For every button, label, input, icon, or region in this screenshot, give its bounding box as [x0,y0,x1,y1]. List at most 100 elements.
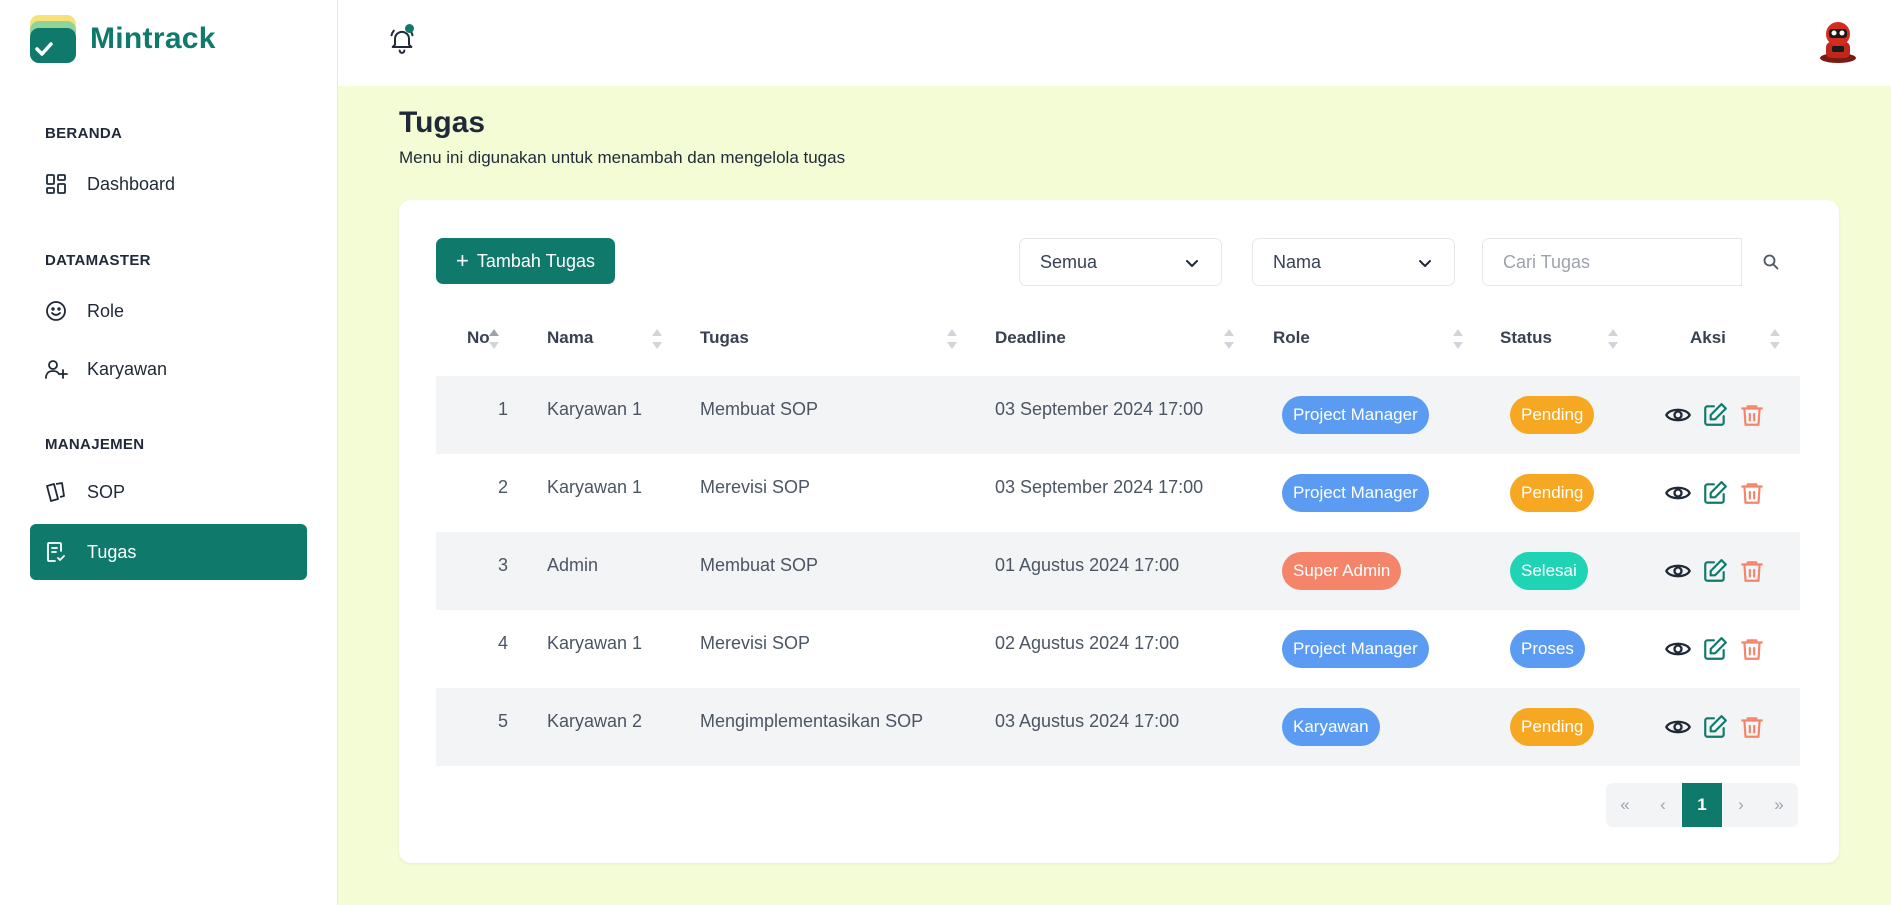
eye-icon [1665,564,1691,578]
status-filter-select[interactable]: Semua [1019,238,1222,286]
sidebar-item-label: Dashboard [87,173,176,194]
sort-icon[interactable] [1224,329,1234,349]
last-page-button[interactable]: » [1760,783,1798,827]
app-logo[interactable]: Mintrack [30,15,216,63]
table-row: 4 Karyawan 1 Merevisi SOP 02 Agustus 2024 1… [436,610,1800,688]
add-task-button[interactable]: + Tambah Tugas [436,238,615,284]
status-badge: Pending [1510,474,1595,512]
view-button[interactable] [1664,557,1692,585]
chevron-down-icon [1186,260,1198,267]
user-avatar-icon [1820,22,1856,63]
chevron-down-icon [1419,260,1431,267]
row-actions [1664,401,1775,429]
add-task-label: Tambah Tugas [476,250,595,271]
view-button[interactable] [1664,713,1692,741]
pagination: « ‹ 1 › » [1606,783,1798,827]
sidebar-item-dashboard[interactable]: Dashboard [30,156,307,212]
sidebar-item-role[interactable]: Role [30,283,307,339]
unread-dot [405,24,414,33]
eye-icon [1665,486,1691,500]
search-icon [1763,254,1779,270]
delete-button[interactable] [1738,557,1766,585]
delete-button[interactable] [1738,401,1766,429]
cell-tugas: Merevisi SOP [700,477,811,497]
edit-icon [1704,715,1727,738]
edit-button[interactable] [1701,479,1729,507]
search-field-value: Nama [1273,251,1322,272]
trash-icon [1741,717,1763,738]
edit-button[interactable] [1701,557,1729,585]
task-table-card: + Tambah Tugas Semua Nama No Nama Tugas … [399,200,1839,863]
page-subtitle: Menu ini digunakan untuk menambah dan me… [399,148,846,167]
status-badge: Pending [1510,708,1595,746]
mintrack-logo-icon [30,15,76,63]
edit-button[interactable] [1701,635,1729,663]
column-header-no[interactable]: No [467,310,490,366]
edit-button[interactable] [1701,401,1729,429]
role-badge: Project Manager [1282,396,1429,434]
task-list-icon [44,540,68,564]
page-title: Tugas [399,106,486,139]
edit-button[interactable] [1701,713,1729,741]
table-row: 3 Admin Membuat SOP 01 Agustus 2024 17:00 Su… [436,532,1800,610]
column-header-tugas[interactable]: Tugas [700,310,749,366]
cell-tugas: Membuat SOP [700,399,819,419]
sort-icon[interactable] [947,329,957,349]
view-button[interactable] [1664,479,1692,507]
next-page-button[interactable]: › [1722,783,1760,827]
cell-no: 2 [498,477,509,497]
sort-icon[interactable] [1453,329,1463,349]
cell-deadline: 03 September 2024 17:00 [995,399,1204,419]
view-button[interactable] [1664,401,1692,429]
trash-icon [1741,561,1763,582]
trash-icon [1741,639,1763,660]
plus-icon: + [456,248,469,273]
section-title-beranda: BERANDA [45,125,123,142]
page-number-button[interactable]: 1 [1682,783,1722,827]
column-header-deadline[interactable]: Deadline [995,310,1066,366]
cell-no: 5 [498,711,509,731]
cell-nama: Karyawan 2 [547,711,643,731]
sidebar-item-label: SOP [87,481,126,502]
column-header-status[interactable]: Status [1500,310,1552,366]
prev-page-button[interactable]: ‹ [1644,783,1682,827]
sort-icon[interactable] [1608,329,1618,349]
role-badge: Project Manager [1282,630,1429,668]
table-header: No Nama Tugas Deadline Role Status Aksi [436,310,1800,366]
delete-button[interactable] [1738,635,1766,663]
user-plus-icon [44,357,68,381]
cell-tugas: Membuat SOP [700,555,819,575]
row-actions [1664,713,1775,741]
search-button[interactable] [1742,238,1800,286]
row-actions [1664,479,1775,507]
delete-button[interactable] [1738,479,1766,507]
sidebar-item-tugas[interactable]: Tugas [30,524,307,580]
user-avatar[interactable] [1815,18,1861,64]
search-field-select[interactable]: Nama [1252,238,1455,286]
cell-no: 3 [498,555,509,575]
edit-icon [1704,403,1727,426]
status-badge: Selesai [1510,552,1588,590]
sidebar: Mintrack BERANDA Dashboard DATAMASTER Ro… [0,0,338,905]
sort-icon[interactable] [1770,329,1780,349]
sort-icon[interactable] [489,329,499,349]
cards-icon [44,480,68,504]
cell-deadline: 03 Agustus 2024 17:00 [995,711,1180,731]
cell-no: 4 [498,633,509,653]
trash-icon [1741,405,1763,426]
notification-button[interactable] [388,24,416,54]
eye-icon [1665,720,1691,734]
first-page-button[interactable]: « [1606,783,1644,827]
column-header-nama[interactable]: Nama [547,310,593,366]
role-badge: Project Manager [1282,474,1429,512]
delete-button[interactable] [1738,713,1766,741]
column-header-role[interactable]: Role [1273,310,1310,366]
column-header-aksi[interactable]: Aksi [1690,310,1726,366]
search-input[interactable] [1482,238,1742,286]
view-button[interactable] [1664,635,1692,663]
sidebar-item-sop[interactable]: SOP [30,464,307,520]
sort-icon[interactable] [652,329,662,349]
sidebar-item-karyawan[interactable]: Karyawan [30,341,307,397]
sidebar-item-label: Karyawan [87,358,168,379]
cell-nama: Karyawan 1 [547,477,643,497]
